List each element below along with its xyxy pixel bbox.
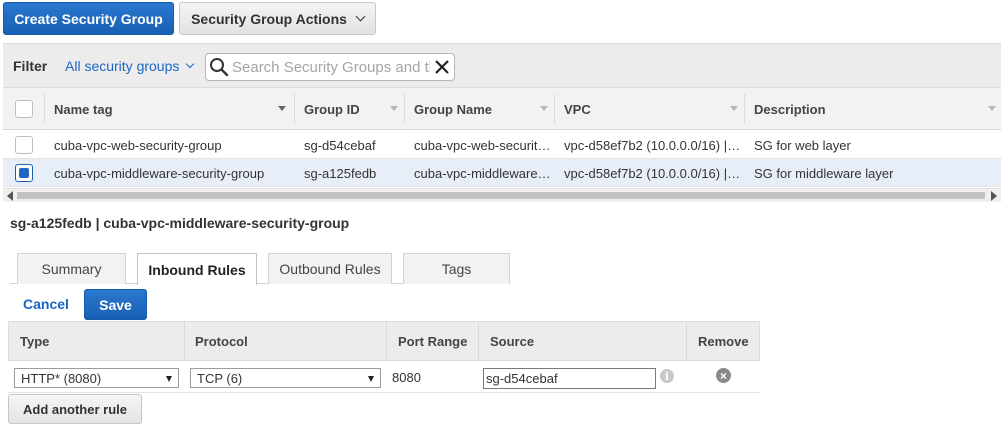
security-group-actions-label: Security Group Actions — [191, 10, 347, 27]
search-icon — [210, 58, 229, 77]
column-header-label: Name tag — [54, 101, 113, 117]
search-placeholder: Search Security Groups and their propert… — [232, 59, 430, 76]
scroll-right-icon[interactable] — [989, 190, 999, 202]
cell-group-name: cuba-vpc-middleware… — [414, 166, 551, 181]
column-header-name-tag[interactable]: Name tag — [54, 88, 290, 130]
tab-tags[interactable]: Tags — [403, 253, 510, 284]
tab-outbound-rules[interactable]: Outbound Rules — [268, 253, 392, 284]
cell-name-tag: cuba-vpc-middleware-security-group — [54, 166, 265, 181]
rule-source-value: sg-d54cebaf — [486, 371, 558, 386]
column-divider — [44, 94, 45, 124]
chevron-down-icon — [186, 59, 195, 69]
column-divider — [744, 94, 745, 124]
cell-group-id: sg-a125fedb — [304, 166, 377, 181]
create-security-group-label: Create Security Group — [14, 10, 163, 27]
column-header-label: Description — [754, 101, 826, 117]
sort-caret-icon — [278, 106, 286, 111]
column-divider — [404, 94, 405, 124]
tab-label: Tags — [441, 261, 472, 277]
sort-caret-icon — [988, 106, 996, 111]
create-security-group-button[interactable]: Create Security Group — [3, 2, 174, 35]
rule-row: HTTP* (8080) TCP (6) 8080 sg-d54cebaf i … — [8, 361, 760, 393]
detail-title: sg-a125fedb | cuba-vpc-middleware-securi… — [10, 215, 350, 231]
tab-inbound-rules[interactable]: Inbound Rules — [137, 253, 257, 285]
tab-label: Summary — [41, 261, 102, 277]
cell-name-tag: cuba-vpc-web-security-group — [54, 138, 222, 153]
sort-caret-icon — [540, 106, 548, 111]
column-divider — [386, 322, 387, 360]
cell-description: SG for web layer — [754, 138, 851, 153]
column-divider — [184, 322, 185, 360]
table-row[interactable]: cuba-vpc-web-security-group sg-d54cebaf … — [3, 131, 1001, 159]
rules-column-source: Source — [490, 334, 535, 349]
column-divider — [554, 94, 555, 124]
rules-column-port-range: Port Range — [398, 334, 468, 349]
scroll-left-icon[interactable] — [5, 190, 15, 202]
filter-label: Filter — [13, 58, 48, 74]
cell-group-id: sg-d54cebaf — [304, 138, 376, 153]
rules-column-protocol: Protocol — [195, 334, 248, 349]
dropdown-arrow-icon — [166, 376, 172, 382]
cell-vpc: vpc-d58ef7b2 (10.0.0.0/16) |… — [564, 166, 741, 181]
row-checkbox[interactable] — [15, 136, 33, 154]
chevron-down-icon — [355, 11, 366, 22]
cell-group-name: cuba-vpc-web-securit… — [414, 138, 551, 153]
tab-label: Inbound Rules — [148, 261, 246, 278]
cell-vpc: vpc-d58ef7b2 (10.0.0.0/16) |… — [564, 138, 741, 153]
rule-protocol-value: TCP (6) — [197, 370, 243, 386]
column-header-label: Group ID — [304, 101, 360, 117]
info-icon[interactable]: i — [660, 369, 674, 383]
rule-protocol-select[interactable]: TCP (6) — [190, 368, 381, 388]
tab-summary[interactable]: Summary — [17, 253, 126, 284]
table-row[interactable]: cuba-vpc-middleware-security-group sg-a1… — [3, 159, 1001, 187]
sort-caret-icon — [390, 106, 398, 111]
filter-bar: Filter All security groups Search Securi… — [3, 43, 1001, 88]
rule-type-value: HTTP* (8080) — [21, 370, 102, 386]
row-checkbox[interactable] — [15, 164, 33, 182]
column-header-description[interactable]: Description — [754, 88, 998, 130]
rule-port-range: 8080 — [392, 370, 421, 385]
save-label: Save — [99, 296, 132, 313]
rules-column-remove: Remove — [698, 334, 749, 349]
column-divider — [294, 94, 295, 124]
add-rule-label: Add another rule — [22, 401, 127, 417]
cancel-button[interactable]: Cancel — [23, 296, 69, 312]
clear-search-icon[interactable] — [433, 58, 451, 76]
search-input[interactable]: Search Security Groups and their propert… — [205, 53, 455, 81]
table-header: Name tag Group ID Group Name VPC Descrip… — [3, 88, 1001, 130]
column-header-label: Group Name — [414, 101, 493, 117]
rules-table-header: Type Protocol Port Range Source Remove — [8, 321, 760, 361]
column-header-vpc[interactable]: VPC — [564, 88, 740, 130]
security-group-actions-button[interactable]: Security Group Actions — [179, 2, 376, 35]
dropdown-arrow-icon — [368, 376, 374, 382]
filter-scope-dropdown[interactable]: All security groups — [65, 58, 195, 74]
column-header-group-id[interactable]: Group ID — [304, 88, 400, 130]
column-header-label: VPC — [564, 101, 591, 117]
column-divider — [478, 322, 479, 360]
horizontal-scrollbar[interactable] — [3, 188, 1001, 202]
cell-description: SG for middleware layer — [754, 166, 894, 181]
add-another-rule-button[interactable]: Add another rule — [8, 394, 142, 424]
filter-scope-label: All security groups — [65, 58, 180, 74]
sort-caret-icon — [730, 106, 738, 111]
rule-source-input[interactable]: sg-d54cebaf — [483, 368, 656, 389]
rule-type-select[interactable]: HTTP* (8080) — [14, 368, 179, 388]
column-header-group-name[interactable]: Group Name — [414, 88, 550, 130]
rules-column-type: Type — [20, 334, 50, 349]
column-divider — [686, 322, 687, 360]
tab-label: Outbound Rules — [279, 261, 381, 277]
scrollbar-thumb[interactable] — [17, 192, 985, 199]
remove-rule-icon[interactable]: × — [716, 368, 731, 383]
save-button[interactable]: Save — [84, 289, 147, 320]
select-all-checkbox[interactable] — [15, 100, 33, 118]
